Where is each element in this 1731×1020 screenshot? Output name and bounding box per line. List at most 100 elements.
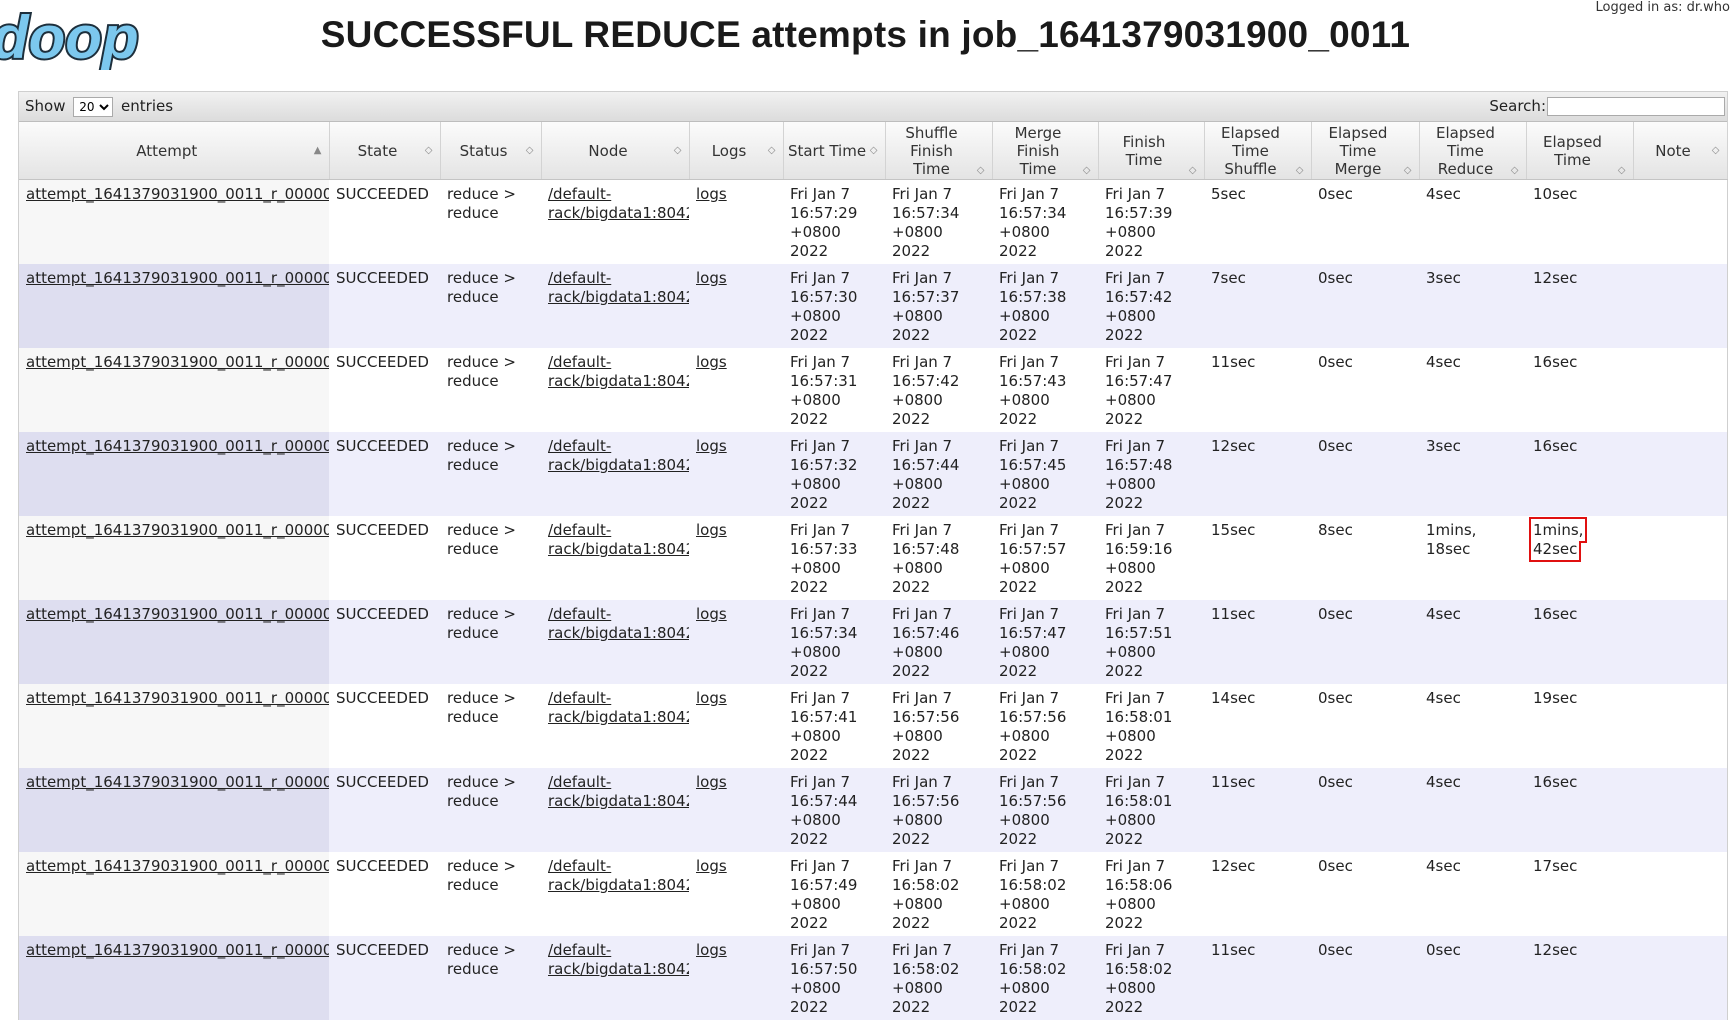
node-link[interactable]: /default-rack/bigdata1:8042 <box>548 437 689 474</box>
node-link[interactable]: /default-rack/bigdata1:8042 <box>548 773 689 810</box>
attempt-link[interactable]: attempt_1641379031900_0011_r_000002_0 <box>26 353 329 371</box>
search-input[interactable] <box>1547 97 1725 116</box>
cell-shuffle-finish: Fri Jan 7 16:57:48 +0800 2022 <box>885 516 992 600</box>
el-shuffle-value: 11sec <box>1211 773 1255 791</box>
el-merge-value: 0sec <box>1318 185 1353 203</box>
logs-link[interactable]: logs <box>696 689 727 707</box>
node-link[interactable]: /default-rack/bigdata1:8042 <box>548 353 689 390</box>
start-value: Fri Jan 7 16:57:34 +0800 2022 <box>790 605 857 680</box>
cell-status: reduce > reduce <box>440 516 541 600</box>
cell-status: reduce > reduce <box>440 180 541 265</box>
attempt-link[interactable]: attempt_1641379031900_0011_r_000001_0 <box>26 269 329 287</box>
column-header-elapsed-time-shuffle[interactable]: Elapsed Time Shuffle◇ <box>1204 122 1311 180</box>
el-merge-value: 0sec <box>1318 857 1353 875</box>
cell-logs: logs <box>689 600 783 684</box>
cell-el-shuffle: 15sec <box>1204 516 1311 600</box>
shuffle-finish-value: Fri Jan 7 16:57:37 +0800 2022 <box>892 269 959 344</box>
el-merge-value: 0sec <box>1318 773 1353 791</box>
logs-link[interactable]: logs <box>696 941 727 959</box>
elapsed-value: 12sec <box>1533 941 1577 959</box>
column-header-shuffle-finish-time[interactable]: Shuffle Finish Time◇ <box>885 122 992 180</box>
cell-state: SUCCEEDED <box>329 264 440 348</box>
logs-link[interactable]: logs <box>696 857 727 875</box>
cell-merge-finish: Fri Jan 7 16:57:34 +0800 2022 <box>992 180 1098 265</box>
attempt-link[interactable]: attempt_1641379031900_0011_r_000006_0 <box>26 689 329 707</box>
column-header-finish-time[interactable]: Finish Time◇ <box>1098 122 1204 180</box>
merge-finish-value: Fri Jan 7 16:58:02 +0800 2022 <box>999 857 1066 932</box>
node-link[interactable]: /default-rack/bigdata1:8042 <box>548 941 689 978</box>
node-link[interactable]: /default-rack/bigdata1:8042 <box>548 605 689 642</box>
logs-link[interactable]: logs <box>696 437 727 455</box>
column-header-logs[interactable]: Logs◇ <box>689 122 783 180</box>
sort-icon: ◇ <box>1618 162 1626 180</box>
attempt-link[interactable]: attempt_1641379031900_0011_r_000003_0 <box>26 437 329 455</box>
cell-el-merge: 0sec <box>1311 348 1419 432</box>
status-value: reduce > reduce <box>447 269 516 306</box>
sort-icon: ◇ <box>1712 142 1720 160</box>
cell-start: Fri Jan 7 16:57:34 +0800 2022 <box>783 600 885 684</box>
cell-logs: logs <box>689 180 783 265</box>
cell-logs: logs <box>689 936 783 1020</box>
start-value: Fri Jan 7 16:57:29 +0800 2022 <box>790 185 857 260</box>
attempt-link[interactable]: attempt_1641379031900_0011_r_000004_0 <box>26 521 329 539</box>
state-value: SUCCEEDED <box>336 185 429 203</box>
column-header-label: Elapsed Time Merge <box>1329 124 1388 178</box>
sort-asc-icon: ▲ <box>314 142 322 160</box>
node-link[interactable]: /default-rack/bigdata1:8042 <box>548 185 689 222</box>
node-link[interactable]: /default-rack/bigdata1:8042 <box>548 689 689 726</box>
column-header-note[interactable]: Note◇ <box>1633 122 1727 180</box>
cell-finish: Fri Jan 7 16:58:02 +0800 2022 <box>1098 936 1204 1020</box>
attempt-link[interactable]: attempt_1641379031900_0011_r_000007_0 <box>26 773 329 791</box>
column-header-attempt[interactable]: Attempt▲ <box>19 122 329 180</box>
attempt-link[interactable]: attempt_1641379031900_0011_r_000009_0 <box>26 941 329 959</box>
merge-finish-value: Fri Jan 7 16:58:02 +0800 2022 <box>999 941 1066 1016</box>
attempt-link[interactable]: attempt_1641379031900_0011_r_000005_0 <box>26 605 329 623</box>
el-merge-value: 0sec <box>1318 437 1353 455</box>
el-shuffle-value: 11sec <box>1211 605 1255 623</box>
cell-shuffle-finish: Fri Jan 7 16:57:46 +0800 2022 <box>885 600 992 684</box>
finish-value: Fri Jan 7 16:57:51 +0800 2022 <box>1105 605 1172 680</box>
node-link[interactable]: /default-rack/bigdata1:8042 <box>548 521 689 558</box>
entries-control: Show 20 entries <box>25 97 173 117</box>
column-header-elapsed-time-merge[interactable]: Elapsed Time Merge◇ <box>1311 122 1419 180</box>
table-row: attempt_1641379031900_0011_r_000008_0SUC… <box>19 852 1727 936</box>
logs-link[interactable]: logs <box>696 269 727 287</box>
logs-link[interactable]: logs <box>696 353 727 371</box>
column-header-elapsed-time[interactable]: Elapsed Time◇ <box>1526 122 1633 180</box>
elapsed-value: 19sec <box>1533 689 1577 707</box>
elapsed-value: 16sec <box>1533 605 1577 623</box>
node-link[interactable]: /default-rack/bigdata1:8042 <box>548 857 689 894</box>
entries-select[interactable]: 20 <box>73 97 113 117</box>
sort-icon: ◇ <box>1083 162 1091 180</box>
sort-icon: ◇ <box>1511 162 1519 180</box>
cell-finish: Fri Jan 7 16:57:51 +0800 2022 <box>1098 600 1204 684</box>
cell-el-shuffle: 11sec <box>1204 348 1311 432</box>
logs-link[interactable]: logs <box>696 185 727 203</box>
cell-state: SUCCEEDED <box>329 180 440 265</box>
cell-el-reduce: 4sec <box>1419 684 1526 768</box>
column-header-label: Start Time <box>788 142 866 160</box>
cell-attempt: attempt_1641379031900_0011_r_000006_0 <box>19 684 329 768</box>
cell-status: reduce > reduce <box>440 600 541 684</box>
logs-link[interactable]: logs <box>696 773 727 791</box>
page-title: SUCCESSFUL REDUCE attempts in job_164137… <box>0 14 1731 56</box>
start-value: Fri Jan 7 16:57:49 +0800 2022 <box>790 857 857 932</box>
attempt-link[interactable]: attempt_1641379031900_0011_r_000008_0 <box>26 857 329 875</box>
attempt-link[interactable]: attempt_1641379031900_0011_r_000000_0 <box>26 185 329 203</box>
cell-el-shuffle: 11sec <box>1204 936 1311 1020</box>
column-header-status[interactable]: Status◇ <box>440 122 541 180</box>
column-header-start-time[interactable]: Start Time◇ <box>783 122 885 180</box>
el-merge-value: 8sec <box>1318 521 1353 539</box>
column-header-elapsed-time-reduce[interactable]: Elapsed Time Reduce ◇ <box>1419 122 1526 180</box>
cell-el-shuffle: 11sec <box>1204 600 1311 684</box>
column-header-merge-finish-time[interactable]: Merge Finish Time◇ <box>992 122 1098 180</box>
node-link[interactable]: /default-rack/bigdata1:8042 <box>548 269 689 306</box>
logs-link[interactable]: logs <box>696 521 727 539</box>
column-header-label: Elapsed Time Reduce <box>1436 124 1495 178</box>
column-header-state[interactable]: State◇ <box>329 122 440 180</box>
column-header-node[interactable]: Node◇ <box>541 122 689 180</box>
finish-value: Fri Jan 7 16:57:48 +0800 2022 <box>1105 437 1172 512</box>
logs-link[interactable]: logs <box>696 605 727 623</box>
el-reduce-value: 3sec <box>1426 269 1461 287</box>
el-reduce-value: 4sec <box>1426 689 1461 707</box>
